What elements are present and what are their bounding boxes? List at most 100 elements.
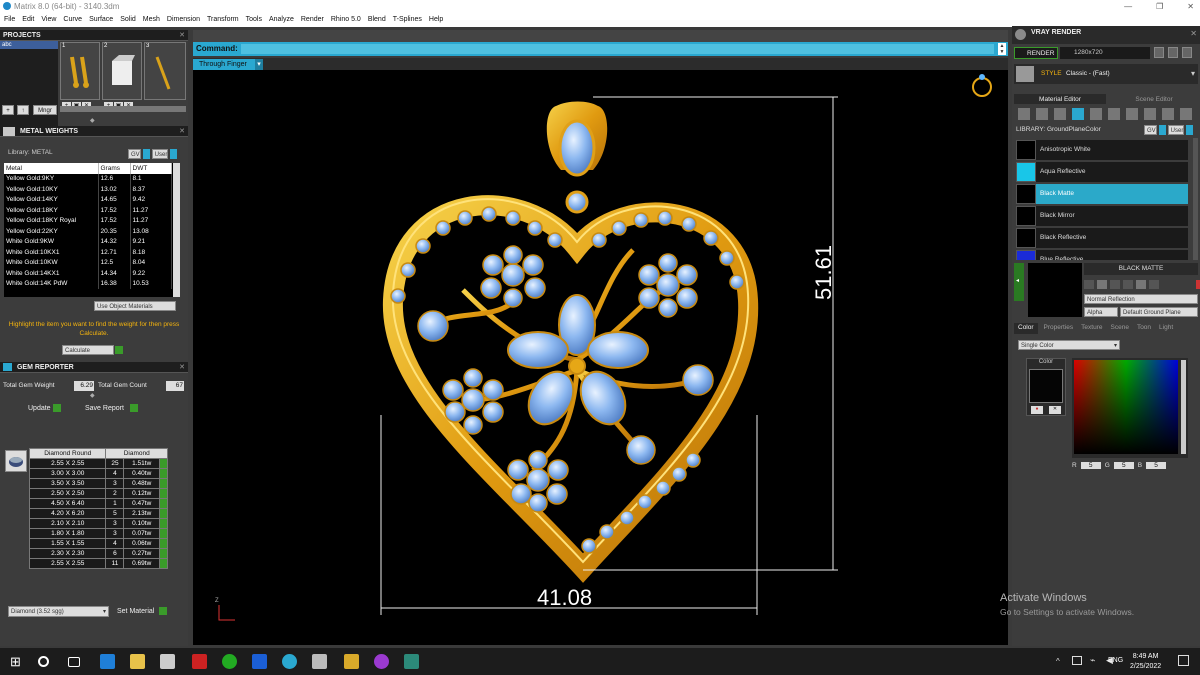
subtab-properties[interactable]: Properties xyxy=(1042,323,1076,334)
gv-info-icon[interactable] xyxy=(1158,125,1166,135)
close-icon[interactable]: ✕ xyxy=(1190,29,1197,38)
table-row[interactable]: Yellow Gold:10KY 13.02 8.37 xyxy=(4,184,172,195)
menu-render[interactable]: Render xyxy=(301,13,324,27)
material-scrollbar[interactable] xyxy=(1193,138,1198,260)
table-row[interactable]: Yellow Gold:14KY 14.65 9.42 xyxy=(4,194,172,205)
app-icon-3[interactable] xyxy=(312,654,327,669)
windows-start-icon[interactable]: ⊞ xyxy=(10,654,25,669)
brightness-slider[interactable] xyxy=(1181,360,1186,454)
table-row[interactable]: Yellow Gold:18KY Royal 17.52 11.27 xyxy=(4,215,172,226)
table-row[interactable]: 1.80 X 1.80 3 0.07tw xyxy=(28,528,168,539)
g-input[interactable]: 5 xyxy=(1113,461,1134,469)
menu-transform[interactable]: Transform xyxy=(207,13,239,27)
gv-toggle[interactable]: GV xyxy=(128,149,141,159)
table-row[interactable]: Yellow Gold:22KY 20.35 13.08 xyxy=(4,226,172,237)
table-row[interactable]: Yellow Gold:18KY 17.52 11.27 xyxy=(4,205,172,216)
update-go-icon[interactable] xyxy=(52,404,61,412)
command-scroll[interactable]: ▲ ▼ xyxy=(998,43,1006,55)
diamond-thumbnail[interactable] xyxy=(5,450,27,472)
table-row[interactable]: Yellow Gold:9KY 12.6 8.1 xyxy=(4,173,172,184)
viewport-mode-dropdown[interactable]: Through Finger ▾ xyxy=(193,59,263,70)
table-row[interactable]: 2.10 X 2.10 3 0.10tw xyxy=(28,518,168,529)
table-row[interactable]: 4.20 X 6.20 5 2.13tw xyxy=(28,508,168,519)
close-icon[interactable]: ✕ xyxy=(179,362,185,373)
material-item[interactable]: Anisotropic White xyxy=(1016,140,1188,160)
task-view-icon[interactable] xyxy=(68,657,80,667)
user-info-icon[interactable] xyxy=(1186,125,1194,135)
zoom-icon[interactable] xyxy=(252,654,267,669)
color-gradient[interactable] xyxy=(1074,360,1178,454)
thumbnail-1[interactable]: 1 +▣✕ xyxy=(60,42,100,110)
diamond-tool-icon[interactable] xyxy=(1018,108,1030,120)
menu-surface[interactable]: Surface xyxy=(89,13,113,27)
language-indicator[interactable]: ENG xyxy=(1108,657,1123,664)
maximize-button[interactable]: ❐ xyxy=(1156,0,1163,13)
calculate-button[interactable]: Calculate xyxy=(62,345,114,355)
app-icon-5[interactable] xyxy=(404,654,419,669)
subtab-texture[interactable]: Texture xyxy=(1079,323,1104,334)
vray-user-toggle[interactable]: User xyxy=(1167,125,1185,135)
save-icon[interactable] xyxy=(1182,47,1192,58)
menu-mesh[interactable]: Mesh xyxy=(143,13,160,27)
color-swatch[interactable] xyxy=(1029,369,1063,403)
pattern-tool-icon[interactable] xyxy=(1108,108,1120,120)
subtab-toon[interactable]: Toon xyxy=(1135,323,1153,334)
pick-icon[interactable]: ● xyxy=(1031,406,1043,414)
b-input[interactable]: 5 xyxy=(1146,461,1167,469)
ground-plane-dropdown[interactable]: Default Ground Plane xyxy=(1120,307,1198,317)
tray-chevron-icon[interactable]: ^ xyxy=(1056,657,1060,666)
table-row[interactable]: White Gold:9KW 14.32 9.21 xyxy=(4,236,172,247)
table-row[interactable]: 2.55 X 2.55 11 0.69tw xyxy=(28,558,168,569)
style-row[interactable]: STYLE Classic - (Fast) ▾ xyxy=(1014,64,1198,84)
metal-scrollbar[interactable] xyxy=(173,163,180,297)
add-project-button[interactable]: + xyxy=(2,105,14,115)
close-button[interactable]: ✕ xyxy=(1187,0,1194,13)
resolution-field[interactable]: 1280x720 xyxy=(1060,47,1150,59)
menu-solid[interactable]: Solid xyxy=(120,13,136,27)
menu-view[interactable]: View xyxy=(41,13,56,27)
link-icon[interactable] xyxy=(1136,280,1146,289)
3d-viewport[interactable]: 51.61 41.08 Z xyxy=(193,70,1008,645)
color-mode-dropdown[interactable]: Single Color ▾ xyxy=(1018,340,1120,350)
project-item-selected[interactable]: abc xyxy=(0,41,58,49)
material-item[interactable]: Black Reflective xyxy=(1016,228,1188,248)
menu-curve[interactable]: Curve xyxy=(63,13,82,27)
file-explorer-icon[interactable] xyxy=(130,654,145,669)
calculate-go-icon[interactable] xyxy=(115,346,123,354)
subtab-light[interactable]: Light xyxy=(1157,323,1175,334)
light-tool-icon[interactable] xyxy=(1162,108,1174,120)
app-icon-1[interactable] xyxy=(160,654,175,669)
alpha-toggle[interactable]: Alpha xyxy=(1084,307,1118,317)
col-dwt[interactable]: DWT xyxy=(130,163,172,174)
gem-material-select[interactable]: Diamond (3.52 sgg) ▾ xyxy=(8,606,109,617)
material-item[interactable]: Blue Reflective xyxy=(1016,250,1188,260)
up-button[interactable]: ↑ xyxy=(17,105,29,115)
render-button[interactable]: RENDER xyxy=(1014,47,1058,59)
thumbnail-3[interactable]: 3 +▣ xyxy=(144,42,186,100)
app-icon-4[interactable] xyxy=(374,654,389,669)
collapse-handle-icon[interactable]: ◆ xyxy=(90,117,95,124)
app-icon-2[interactable] xyxy=(192,654,207,669)
material-item[interactable]: Black Mirror xyxy=(1016,206,1188,226)
user-info-icon[interactable] xyxy=(170,149,178,159)
menu-tools[interactable]: Tools xyxy=(246,13,262,27)
chrome-icon[interactable] xyxy=(222,654,237,669)
notifications-icon[interactable] xyxy=(1178,655,1189,666)
subtab-color[interactable]: Color xyxy=(1014,323,1038,334)
tab-scene-editor[interactable]: Scene Editor xyxy=(1108,94,1200,104)
table-row[interactable]: White Gold:10KX1 12.71 8.18 xyxy=(4,247,172,258)
table-row[interactable]: 3.00 X 3.00 4 0.40tw xyxy=(28,468,168,479)
reflection-dropdown[interactable]: Normal Reflection xyxy=(1084,294,1198,304)
grid-tool-icon[interactable] xyxy=(1090,108,1102,120)
table-row[interactable]: 1.55 X 1.55 4 0.06tw xyxy=(28,538,168,549)
col-grams[interactable]: Grams xyxy=(98,163,131,174)
menu-edit[interactable]: Edit xyxy=(22,13,34,27)
menu-dimension[interactable]: Dimension xyxy=(167,13,200,27)
material-item[interactable]: Aqua Reflective xyxy=(1016,162,1188,182)
bulb-tool-icon[interactable] xyxy=(1180,108,1192,120)
image-tool-icon[interactable] xyxy=(1126,108,1138,120)
edge-icon[interactable] xyxy=(100,654,115,669)
thumbnail-2[interactable]: 2 +▣✕ xyxy=(102,42,142,110)
r-input[interactable]: 5 xyxy=(1080,461,1101,469)
menu-file[interactable]: File xyxy=(4,13,15,27)
